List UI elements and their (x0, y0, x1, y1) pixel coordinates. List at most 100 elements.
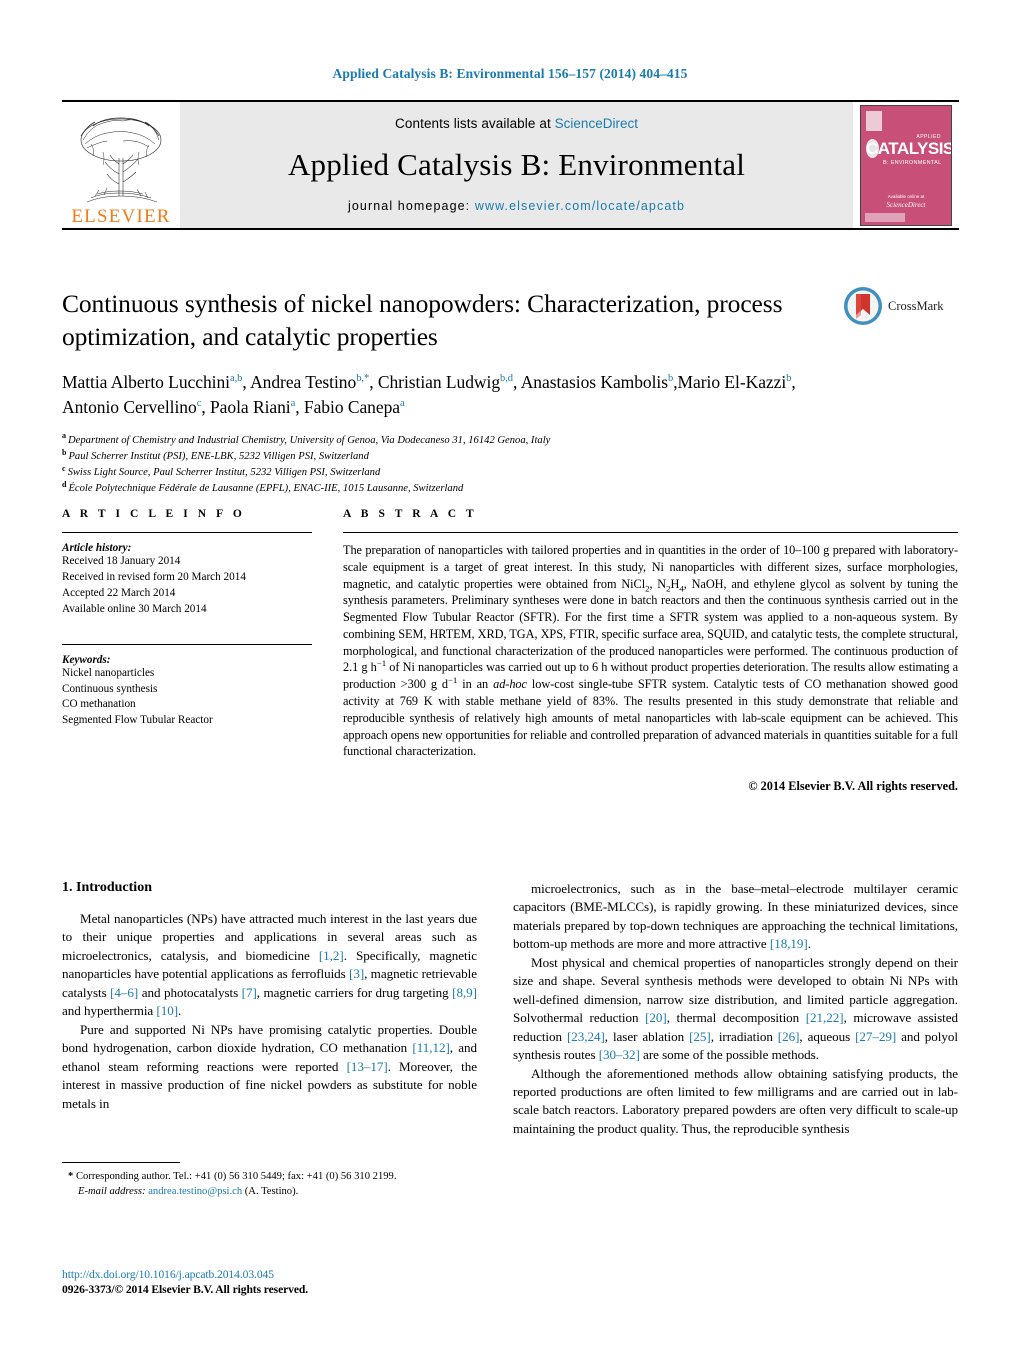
abstract-divider (343, 532, 958, 533)
introduction-heading: 1. Introduction (62, 880, 152, 895)
abstract-copyright: © 2014 Elsevier B.V. All rights reserved… (748, 779, 958, 794)
keyword-item: CO methanation (62, 698, 136, 711)
introduction-right-paragraphs: microelectronics, such as in the base–me… (513, 880, 958, 1138)
introduction-left-paragraphs: Metal nanoparticles (NPs) have attracted… (62, 910, 477, 1113)
elsevier-logo: ELSEVIER (62, 102, 180, 228)
author-affiliation-marker: b (668, 373, 674, 385)
body-paragraph: Most physical and chemical properties of… (513, 954, 958, 1063)
citation-link[interactable]: [3] (349, 966, 364, 981)
cover-bottom-bar (865, 212, 905, 222)
author-list: Mattia Alberto Lucchinia,b, Andrea Testi… (62, 372, 796, 418)
paper-page: Applied Catalysis B: Environmental 156–1… (0, 0, 1020, 1351)
journal-cover-thumbnail: APPLIED CATALYSIS B: ENVIRONMENTAL Avail… (853, 102, 959, 228)
article-history-lines: Received 18 January 2014 Received in revi… (62, 554, 312, 618)
cover-image: APPLIED CATALYSIS B: ENVIRONMENTAL Avail… (860, 104, 952, 226)
keyword-item: Nickel nanoparticles (62, 666, 155, 679)
citation-link[interactable]: [25] (689, 1029, 711, 1044)
affiliation-item: c Swiss Light Source, Paul Scherrer Insti… (62, 463, 381, 479)
abstract-body: The preparation of nanoparticles with ta… (343, 542, 958, 760)
citation-link[interactable]: [7] (242, 985, 257, 1000)
crossmark-icon (844, 287, 882, 325)
citation-link[interactable]: [8,9] (452, 985, 477, 1000)
abstract-heading: A B S T R A C T (343, 508, 478, 520)
author-affiliation-marker: b,d (500, 373, 514, 385)
citation-link[interactable]: [13–17] (347, 1059, 388, 1074)
running-head: Applied Catalysis B: Environmental 156–1… (332, 66, 688, 81)
doi-link[interactable]: http://dx.doi.org/10.1016/j.apcatb.2014.… (62, 1268, 482, 1281)
affiliation-item: a Department of Chemistry and Industrial … (62, 431, 551, 446)
affiliation-marker: c (62, 463, 66, 473)
author-affiliation-marker: c (196, 398, 202, 410)
issn-copyright-line: 0926-3373/© 2014 Elsevier B.V. All right… (62, 1283, 309, 1296)
cover-elsevier-icon (866, 110, 882, 131)
author-name: Mattia Alberto Lucchini (62, 372, 230, 393)
keywords-divider (62, 643, 312, 645)
sciencedirect-link[interactable]: ScienceDirect (555, 116, 638, 131)
cover-subtitle: B: ENVIRONMENTAL (883, 159, 942, 166)
affiliation-item: b Paul Scherrer Institut (PSI), ENE-LBK, … (62, 447, 369, 463)
elsevier-wordmark: ELSEVIER (71, 206, 171, 227)
citation-link[interactable]: [26] (778, 1029, 800, 1044)
author-affiliation-marker: a (290, 398, 296, 410)
abstract-section: A B S T R A C T The preparation of nanop… (343, 508, 958, 794)
keywords-block: Keywords: Nickel nanoparticles Continuous… (62, 643, 312, 730)
body-paragraph: Although the aforementioned methods allo… (513, 1065, 958, 1136)
author-name: Anastasios Kambolis (520, 372, 669, 393)
footnote-corresponding-text: Corresponding author. Tel.: +41 (0) 56 3… (75, 1171, 397, 1182)
elsevier-tree-icon (80, 117, 162, 203)
cover-main-title: CATALYSIS (866, 138, 952, 158)
author-name: Andrea Testino (250, 372, 357, 393)
citation-link[interactable]: [21,22] (806, 1010, 844, 1025)
footnote-email-line: E-mail address: andrea.testino@psi.ch (A… (62, 1184, 477, 1199)
keywords-lines: Nickel nanoparticles Continuous synthesis… (62, 666, 312, 730)
citation-link[interactable]: [10] (156, 1003, 178, 1018)
citation-link[interactable]: [4–6] (110, 985, 138, 1000)
author-affiliation-marker: b (786, 373, 792, 385)
author-name: Christian Ludwig (377, 372, 501, 393)
footnote-email-link[interactable]: andrea.testino@psi.ch (148, 1186, 242, 1197)
masthead-center: Contents lists available at ScienceDirec… (180, 102, 853, 228)
article-history-item: Received 18 January 2014 (62, 555, 181, 567)
affiliation-marker: b (62, 447, 67, 457)
journal-masthead: ELSEVIER Contents lists available at Sci… (62, 100, 959, 230)
crossmark-label: CrossMark (888, 298, 944, 313)
crossmark-badge[interactable]: CrossMark (843, 286, 953, 326)
author-affiliation-marker: b,* (356, 373, 370, 385)
body-paragraph: microelectronics, such as in the base–me… (513, 881, 958, 952)
body-paragraph: Pure and supported Ni NPs have promising… (62, 1021, 477, 1111)
citation-link[interactable]: [20] (645, 1010, 667, 1025)
keywords-label: Keywords: (62, 653, 111, 666)
homepage-label: journal homepage: (348, 198, 471, 213)
homepage-url-link[interactable]: www.elsevier.com/locate/apcatb (475, 199, 685, 213)
citation-link[interactable]: [11,12] (412, 1040, 449, 1055)
journal-homepage-line: journal homepage: www.elsevier.com/locat… (348, 199, 685, 213)
author-name: Mario El-Kazzi (677, 372, 787, 393)
footnote-email-label: E-mail address: (78, 1186, 146, 1198)
author-name: Fabio Canepa (303, 397, 401, 418)
author-affiliation-marker: a,b (229, 373, 243, 385)
affiliation-item: d École Polytechnique Fédérale de Lausann… (62, 479, 464, 495)
page-title: Continuous synthesis of nickel nanopowde… (62, 289, 783, 351)
article-info-heading: A R T I C L E I N F O (62, 508, 246, 520)
body-paragraph: Metal nanoparticles (NPs) have attracted… (62, 911, 477, 1019)
footnote-email-suffix: (A. Testino). (244, 1186, 299, 1198)
citation-link[interactable]: [23,24] (567, 1029, 605, 1044)
article-history-item: Available online 30 March 2014 (62, 602, 207, 615)
abstract-paragraph: The preparation of nanoparticles with ta… (343, 543, 959, 759)
keyword-item: Segmented Flow Tubular Reactor (62, 714, 213, 727)
citation-link[interactable]: [1,2] (319, 948, 344, 963)
article-info-divider (62, 532, 312, 533)
author-name: Antonio Cervellino (62, 397, 197, 418)
cover-available-label: Available online at (887, 193, 925, 199)
article-history-item: Accepted 22 March 2014 (62, 586, 176, 599)
footnote-asterisk: * (68, 1171, 74, 1182)
citation-link[interactable]: [18,19] (770, 936, 808, 951)
citation-link[interactable]: [30–32] (599, 1047, 640, 1062)
footnote-corresponding-line: * Corresponding author. Tel.: +41 (0) 56… (62, 1169, 477, 1184)
affiliation-marker: a (62, 431, 66, 441)
contents-prefix: Contents lists available at (395, 115, 555, 131)
article-history-label: Article history: (62, 542, 132, 554)
footnote-divider (62, 1162, 180, 1163)
citation-link[interactable]: [27–29] (855, 1029, 896, 1044)
article-history-item: Received in revised form 20 March 2014 (62, 570, 246, 583)
